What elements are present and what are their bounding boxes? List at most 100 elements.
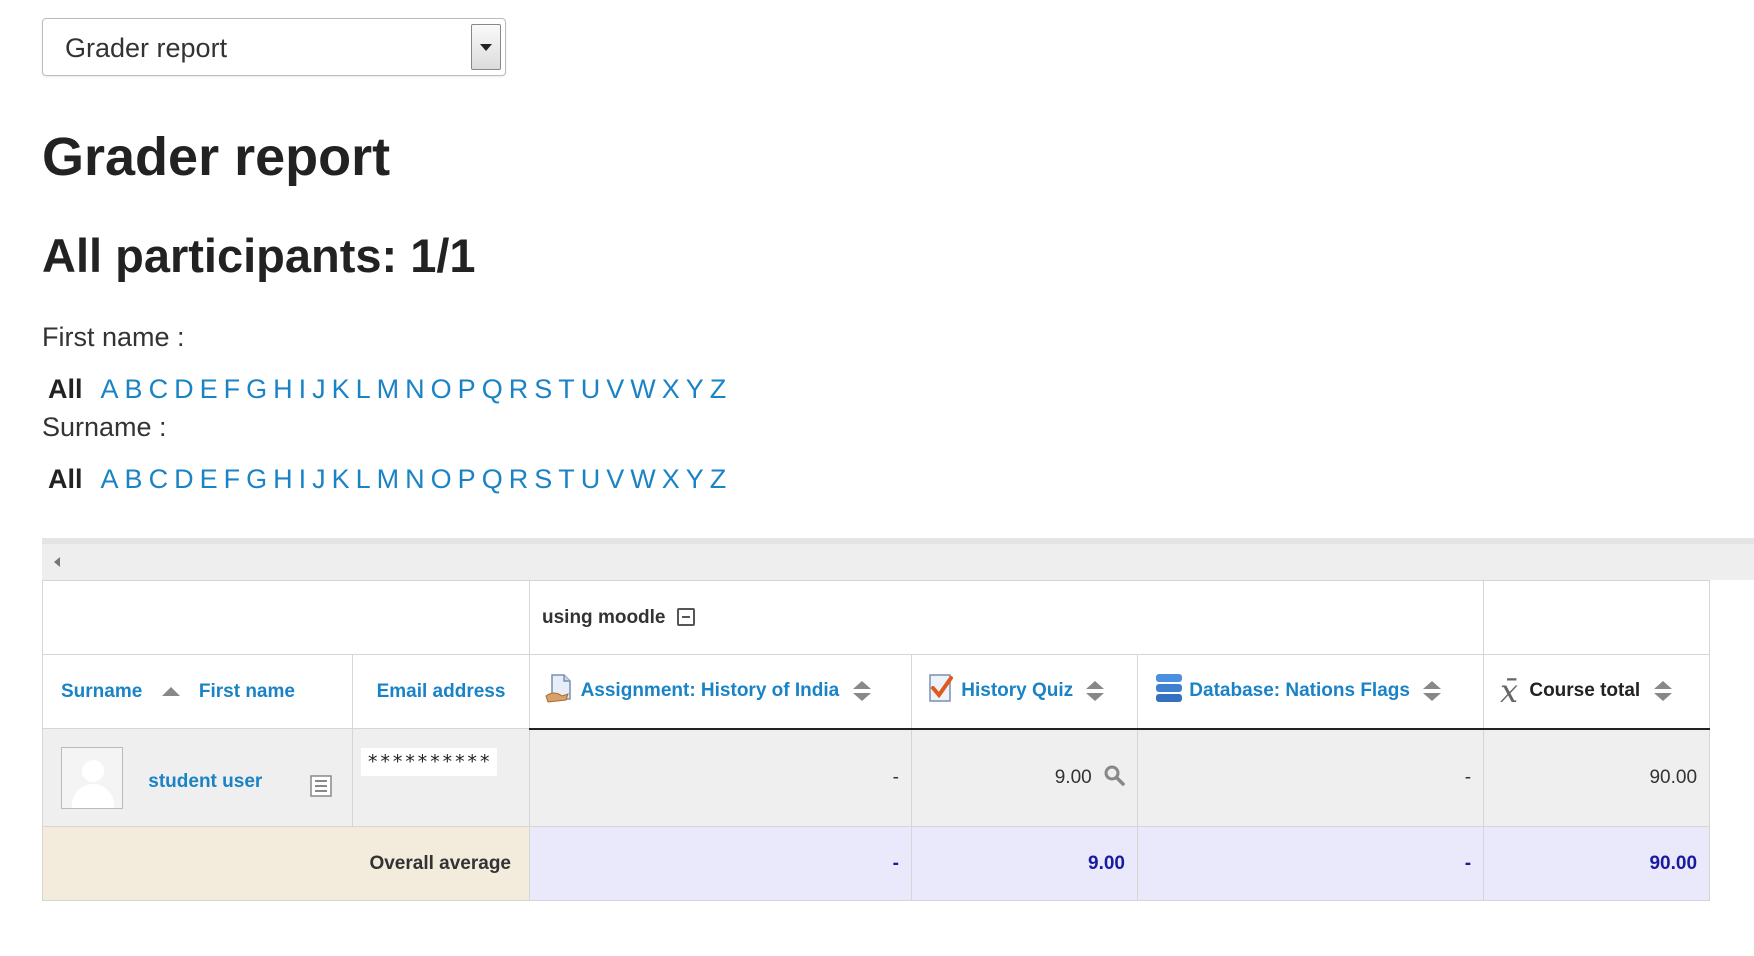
surname-initial-z[interactable]: Z [710,464,727,494]
assignment-header-link[interactable]: Assignment: History of India [581,680,840,701]
firstname-initial-r[interactable]: R [509,374,529,404]
database-header-link[interactable]: Database: Nations Flags [1189,680,1410,701]
surname-initial-q[interactable]: Q [482,464,503,494]
firstname-initial-s[interactable]: S [534,374,552,404]
firstname-initial-f[interactable]: F [224,374,241,404]
database-grade-cell[interactable]: - [1136,728,1485,827]
firstname-initial-i[interactable]: I [299,374,307,404]
surname-initial-i[interactable]: I [299,464,307,494]
assignment-grade: - [892,766,899,788]
surname-initial-x[interactable]: X [662,464,680,494]
collapse-category-icon[interactable] [676,608,695,627]
database-grade: - [1464,766,1472,788]
surname-initial-m[interactable]: M [377,464,400,494]
email-sort-link[interactable]: Email address [377,681,506,702]
firstname-initial-b[interactable]: B [125,374,143,404]
surname-initial-v[interactable]: V [606,464,624,494]
surname-initial-k[interactable]: K [332,464,350,494]
firstname-initial-e[interactable]: E [200,374,218,404]
firstname-initial-n[interactable]: N [405,374,425,404]
quiz-grade-cell[interactable]: 9.00 [911,728,1138,827]
surname-filter-label: Surname : [42,412,167,442]
surname-initial-y[interactable]: Y [686,464,704,494]
firstname-initial-all[interactable]: All [48,374,83,404]
surname-initial-b[interactable]: B [125,464,143,494]
course-total-header-cell: x̄ Course total [1483,654,1711,730]
surname-initial-r[interactable]: R [509,464,529,494]
surname-initial-all[interactable]: All [48,464,83,494]
surname-initial-c[interactable]: C [149,464,169,494]
firstname-initial-c[interactable]: C [149,374,169,404]
surname-initial-u[interactable]: U [581,464,601,494]
surname-initial-l[interactable]: L [356,464,371,494]
student-name-link[interactable]: student user [148,771,262,793]
firstname-initial-t[interactable]: T [558,374,575,404]
surname-initials-bar: All ABCDEFGHIJKLMNOPQRSTUVWXYZ [48,464,732,495]
category-empty-cell [42,580,530,655]
surname-initial-o[interactable]: O [431,464,452,494]
firstname-initial-h[interactable]: H [273,374,293,404]
quiz-header-link[interactable]: History Quiz [961,680,1073,701]
surname-initial-a[interactable]: A [101,464,119,494]
surname-initial-p[interactable]: P [458,464,476,494]
firstname-initial-x[interactable]: X [662,374,680,404]
database-average: - [1136,826,1485,901]
firstname-initial-q[interactable]: Q [482,374,503,404]
magnifier-icon[interactable] [1103,764,1125,792]
mean-icon: x̄ [1500,672,1519,711]
horizontal-scrollbar[interactable] [42,538,1754,580]
surname-sort-link[interactable]: Surname [61,681,142,702]
course-total-header-label: Course total [1529,680,1641,702]
firstname-initial-w[interactable]: W [630,374,655,404]
report-select-value: Grader report [65,33,228,63]
dropdown-arrow-icon[interactable] [471,24,501,70]
category-cell: using moodle [528,580,1485,655]
quiz-icon [926,672,956,710]
database-icon [1154,672,1184,710]
course-total-sort-icon[interactable] [1653,681,1672,702]
surname-initial-e[interactable]: E [200,464,218,494]
firstname-initial-d[interactable]: D [174,374,194,404]
firstname-sort-link[interactable]: First name [199,681,295,702]
page-title: Grader report [42,127,391,187]
firstname-initial-o[interactable]: O [431,374,452,404]
firstname-initial-m[interactable]: M [377,374,400,404]
assignment-sort-icon[interactable] [852,681,871,702]
surname-initial-h[interactable]: H [273,464,293,494]
surname-initial-s[interactable]: S [534,464,552,494]
firstname-initial-k[interactable]: K [332,374,350,404]
single-view-icon[interactable] [310,774,332,803]
surname-initial-f[interactable]: F [224,464,241,494]
student-email: ********** [361,748,498,776]
firstname-initial-p[interactable]: P [458,374,476,404]
firstname-initial-z[interactable]: Z [710,374,727,404]
avatar[interactable] [61,746,123,809]
course-total-grade-cell[interactable]: 90.00 [1483,728,1711,827]
firstname-initial-g[interactable]: G [246,374,267,404]
firstname-initial-u[interactable]: U [581,374,601,404]
surname-initial-j[interactable]: J [312,464,326,494]
assignment-grade-cell[interactable]: - [529,728,912,827]
surname-initial-d[interactable]: D [174,464,194,494]
assignment-average: - [529,826,912,901]
firstname-initial-y[interactable]: Y [686,374,704,404]
assignment-header-cell: Assignment: History of India [529,654,912,730]
firstname-initial-v[interactable]: V [606,374,624,404]
quiz-sort-icon[interactable] [1086,681,1105,702]
overall-average-label: Overall average [42,826,530,901]
report-select[interactable]: Grader report [42,18,506,76]
surname-initial-n[interactable]: N [405,464,425,494]
surname-initial-g[interactable]: G [246,464,267,494]
surname-initial-w[interactable]: W [630,464,655,494]
surname-initial-t[interactable]: T [558,464,575,494]
scroll-left-arrow-icon[interactable] [54,557,60,567]
firstname-initial-a[interactable]: A [101,374,119,404]
firstname-initial-j[interactable]: J [312,374,326,404]
database-sort-icon[interactable] [1423,681,1442,702]
course-total-average: 90.00 [1483,826,1711,901]
firstname-initials-bar: All ABCDEFGHIJKLMNOPQRSTUVWXYZ [48,374,732,405]
name-header-cell: Surname First name [42,654,353,729]
quiz-header-cell: History Quiz [911,654,1138,730]
category-name: using moodle [542,606,666,628]
firstname-initial-l[interactable]: L [356,374,371,404]
